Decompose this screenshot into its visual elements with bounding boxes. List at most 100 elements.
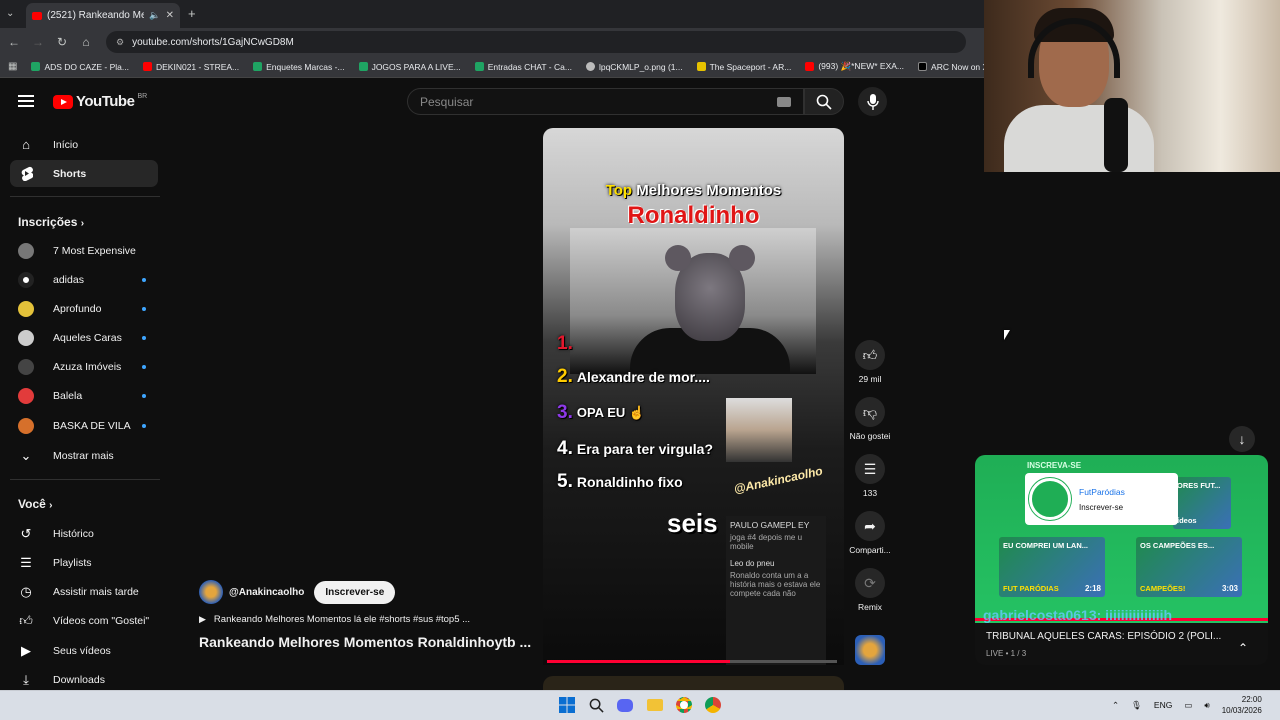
- bookmark-icon: [358, 62, 368, 71]
- bookmark-item[interactable]: ADS DO CAZE - Pla...: [31, 62, 129, 72]
- channel-avatar: [18, 300, 34, 317]
- sidebar-item-label: Azuza Imóveis: [53, 360, 122, 373]
- live-stream-widget[interactable]: INSCREVA-SE ORES FUT... ídeos FutParódias…: [975, 455, 1268, 665]
- divider: [10, 196, 160, 197]
- folder-icon[interactable]: [645, 695, 665, 715]
- next-video-button[interactable]: ↓: [1229, 426, 1255, 452]
- caption: seis: [667, 508, 718, 538]
- reload-icon[interactable]: ↻: [50, 35, 74, 49]
- thumb-label: ORES FUT...: [1177, 481, 1221, 490]
- sidebar-item-playlists[interactable]: ☰ Playlists: [10, 549, 158, 576]
- video-title[interactable]: Rankeando Melhores Momentos Ronaldinhoyt…: [199, 634, 531, 650]
- language-indicator[interactable]: ENG: [1154, 700, 1172, 710]
- sidebar-item-liked-videos[interactable]: 👍︎ Vídeos com "Gostei": [10, 607, 158, 634]
- sidebar-item-home[interactable]: ⌂ Início: [10, 131, 158, 158]
- like-button[interactable]: 👍︎ 29 mil: [848, 340, 892, 384]
- new-tab-icon[interactable]: +: [188, 6, 196, 21]
- chevron-up-icon[interactable]: ⌃: [1238, 641, 1248, 655]
- sidebar-item-subscription[interactable]: Azuza Imóveis: [10, 353, 158, 380]
- you-heading[interactable]: Você ›: [18, 497, 52, 511]
- dislike-button[interactable]: 👎︎ Não gostei: [848, 397, 892, 441]
- sidebar-item-history[interactable]: ↺ Histórico: [10, 520, 158, 547]
- subscribe-button[interactable]: Inscrever-se: [314, 580, 396, 604]
- short-description[interactable]: ▶ Rankeando Melhores Momentos lá ele #sh…: [199, 614, 470, 625]
- video-progress-bar[interactable]: [547, 660, 837, 663]
- next-short-preview[interactable]: [543, 676, 844, 690]
- system-tray: ⌃ 🎙︎ ENG ▭ 🔊︎ 22:00 10/03/2026: [1112, 690, 1262, 720]
- sidebar-item-watch-later[interactable]: ◷ Assistir mais tarde: [10, 578, 158, 605]
- volume-icon[interactable]: 🔊︎: [1204, 700, 1209, 711]
- bookmark-item[interactable]: Enquetes Marcas -...: [253, 62, 345, 72]
- search-input[interactable]: Pesquisar: [407, 88, 804, 115]
- url-field[interactable]: ⚙ youtube.com/shorts/1GajNCwGD8M: [106, 31, 966, 53]
- clock-icon: ◷: [20, 583, 32, 599]
- bookmark-icon: [253, 62, 263, 71]
- search-icon[interactable]: [586, 695, 606, 715]
- sidebar-item-subscription[interactable]: Aqueles Caras: [10, 324, 158, 351]
- sidebar-item-subscription[interactable]: Balela: [10, 382, 158, 409]
- audio-icon[interactable]: 🔈: [149, 10, 160, 21]
- channel-thumbnail[interactable]: [855, 635, 885, 665]
- youtube-logo[interactable]: YouTube BR: [53, 93, 147, 110]
- sidebar-item-shorts[interactable]: Shorts: [10, 160, 158, 187]
- show-more-button[interactable]: ⌄ Mostrar mais: [10, 442, 158, 469]
- comment-count: 133: [862, 488, 878, 498]
- sidebar-item-subscription[interactable]: adidas: [10, 266, 158, 293]
- sidebar-item-subscription[interactable]: 7 Most Expensive: [10, 237, 158, 264]
- remix-label: Remix: [857, 602, 883, 612]
- bookmark-icon: [474, 62, 484, 71]
- menu-icon[interactable]: [18, 95, 34, 107]
- channel-avatar: [18, 358, 34, 375]
- play-icon: ▶: [199, 614, 206, 624]
- site-info-icon[interactable]: ⚙: [116, 37, 124, 48]
- bookmark-item[interactable]: (993) 🎉*NEW* EXA...: [805, 61, 904, 72]
- sidebar-item-subscription[interactable]: BASKA DE VILA: [10, 412, 158, 439]
- bookmark-item[interactable]: lpqCKMLP_o.png (1...: [585, 62, 683, 72]
- sidebar-item-your-videos[interactable]: ▶ Seus vídeos: [10, 637, 158, 664]
- youtube-favicon-icon: [32, 11, 42, 20]
- apps-icon[interactable]: ▦: [8, 61, 17, 72]
- tab-close-icon[interactable]: ✕: [166, 10, 174, 21]
- bookmark-item[interactable]: The Spaceport - AR...: [696, 62, 791, 72]
- keyboard-icon[interactable]: [777, 97, 791, 107]
- share-button[interactable]: ➦ Comparti...: [848, 511, 892, 555]
- subscriptions-heading[interactable]: Inscrições ›: [18, 215, 84, 229]
- voice-search-button[interactable]: [858, 87, 887, 116]
- progress-fill: [547, 660, 730, 663]
- sidebar-item-label: Balela: [53, 389, 83, 402]
- sidebar-item-subscription[interactable]: Aprofundo: [10, 295, 158, 322]
- bookmark-item[interactable]: DEKIN021 - STREA...: [143, 62, 239, 72]
- chrome-icon[interactable]: [674, 695, 694, 715]
- sidebar-item-label: adidas: [53, 273, 84, 286]
- bookmark-item[interactable]: Entradas CHAT - Ca...: [474, 62, 572, 72]
- channel-avatar[interactable]: [199, 580, 223, 604]
- home-browser-icon[interactable]: ⌂: [74, 35, 98, 49]
- tab-list-icon[interactable]: ⌄: [6, 8, 14, 19]
- short-video-player[interactable]: Top Melhores Momentos Ronaldinho 1. 2. Al…: [543, 128, 844, 665]
- windows-start-icon[interactable]: [557, 695, 577, 715]
- playlist-icon: ☰: [20, 554, 32, 570]
- chevron-up-icon[interactable]: ⌃: [1112, 700, 1119, 711]
- discord-icon[interactable]: [615, 695, 635, 715]
- side-post-name: PAULO GAMEPL EY: [730, 520, 810, 530]
- sidebar-item-downloads[interactable]: ⤓ Downloads: [10, 666, 158, 693]
- microphone: [1104, 98, 1128, 172]
- browser-tab[interactable]: (2521) Rankeando Melhore 🔈 ✕: [26, 3, 180, 28]
- arrow-down-icon: ↓: [1238, 431, 1246, 447]
- chrome-icon[interactable]: [703, 695, 723, 715]
- bookmark-item[interactable]: JOGOS PARA A LIVE...: [358, 62, 461, 72]
- forward-icon[interactable]: →: [26, 35, 50, 49]
- network-icon[interactable]: ▭: [1184, 700, 1192, 711]
- search-button[interactable]: [804, 88, 844, 115]
- side-post-text: joga #4 depois me u mobile: [730, 533, 803, 551]
- overlay-title: Top Melhores Momentos: [543, 182, 844, 199]
- back-icon[interactable]: ←: [2, 35, 26, 49]
- comments-button[interactable]: ☰ 133: [848, 454, 892, 498]
- sidebar-item-label: Vídeos com "Gostei": [53, 614, 150, 627]
- channel-handle[interactable]: @Anakincaolho: [229, 587, 304, 598]
- thumb-sub: ídeos: [1177, 516, 1197, 525]
- remix-button[interactable]: ⟳ Remix: [848, 568, 892, 612]
- microphone-icon[interactable]: 🎙︎: [1131, 700, 1142, 711]
- clock[interactable]: 22:00 10/03/2026: [1222, 694, 1262, 716]
- subscribe-ghost-text: INSCREVA-SE: [1027, 461, 1082, 470]
